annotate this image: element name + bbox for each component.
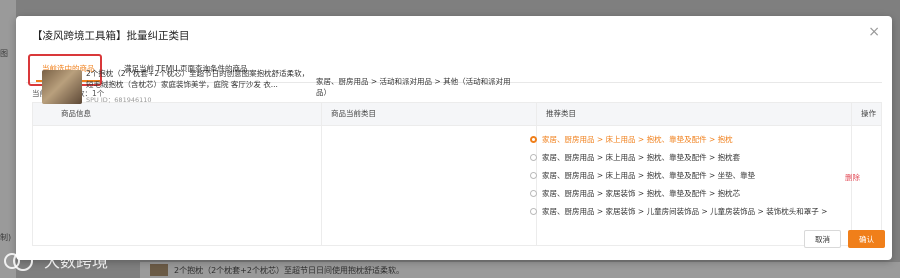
background-left-strip: 图 制) xyxy=(0,0,16,278)
radio-icon[interactable] xyxy=(530,208,537,215)
confirm-button[interactable]: 确认 xyxy=(848,230,885,248)
category-option-label: 家居、厨房用品 > 家居装饰 > 儿童房间装饰品 > 儿童房装饰品 > 装饰枕头… xyxy=(542,207,828,216)
category-option[interactable]: 家居、厨房用品 > 家居装饰 > 儿童房间装饰品 > 儿童房装饰品 > 装饰枕头… xyxy=(530,206,827,217)
column-divider xyxy=(321,103,322,245)
watermark-text: 大数跨境 xyxy=(44,252,109,271)
delete-link[interactable]: 删除 xyxy=(845,172,860,183)
header-current-category: 商品当前类目 xyxy=(331,109,376,118)
background-left-text: 制) xyxy=(0,233,12,242)
watermark-logo-icon xyxy=(4,249,38,271)
category-option[interactable]: 家居、厨房用品 > 家居装饰 > 抱枕、靠垫及配件 > 抱枕芯 xyxy=(530,188,740,199)
category-option[interactable]: 家居、厨房用品 > 床上用品 > 抱枕、靠垫及配件 > 抱枕套 xyxy=(530,152,740,163)
table-header: 商品信息 商品当前类目 推荐类目 操作 xyxy=(33,103,881,126)
radio-selected-icon[interactable] xyxy=(530,136,537,143)
close-icon[interactable]: × xyxy=(868,24,880,40)
header-product-info: 商品信息 xyxy=(61,109,91,118)
product-thumbnail xyxy=(42,70,82,104)
watermark: 大数跨境 xyxy=(4,248,108,272)
category-option-label: 家居、厨房用品 > 家居装饰 > 抱枕、靠垫及配件 > 抱枕芯 xyxy=(542,189,741,198)
category-option-label: 家居、厨房用品 > 床上用品 > 抱枕、靠垫及配件 > 坐垫、靠垫 xyxy=(542,171,756,180)
product-title: 2个抱枕（2个枕套+2个枕芯）至超节日的创意图案抱枕舒适柔软，短毛绒抱枕（含枕芯… xyxy=(86,69,310,89)
header-recommended-category: 推荐类目 xyxy=(546,109,576,118)
category-option[interactable]: 家居、厨房用品 > 床上用品 > 抱枕、靠垫及配件 > 坐垫、靠垫 xyxy=(530,170,755,181)
header-actions: 操作 xyxy=(861,109,876,118)
background-product-thumbnail xyxy=(150,264,168,276)
current-category: 家居、厨房用品 > 活动和派对用品 > 其他（活动和派对用品） xyxy=(316,77,511,97)
cancel-button[interactable]: 取消 xyxy=(804,230,841,248)
batch-category-modal: 【凌风跨境工具箱】批量纠正类目 × 当前选中的商品 满足当前 TEMU 页面查询… xyxy=(16,16,892,260)
modal-title: 【凌风跨境工具箱】批量纠正类目 xyxy=(32,30,190,42)
background-row-text: 2个抱枕（2个枕套+2个枕芯）至超节日日间使用抱枕舒适柔软。 xyxy=(174,266,404,275)
category-option[interactable]: 家居、厨房用品 > 床上用品 > 抱枕、靠垫及配件 > 抱枕 xyxy=(530,134,733,145)
radio-icon[interactable] xyxy=(530,154,537,161)
category-option-label: 家居、厨房用品 > 床上用品 > 抱枕、靠垫及配件 > 抱枕 xyxy=(542,135,733,144)
radio-icon[interactable] xyxy=(530,172,537,179)
background-bottom-row: 2个抱枕（2个枕套+2个枕芯）至超节日日间使用抱枕舒适柔软。 xyxy=(140,262,900,278)
background-left-text: 图 xyxy=(0,49,8,58)
radio-icon[interactable] xyxy=(530,190,537,197)
product-spu-id: SPU ID：681946110 xyxy=(86,96,152,104)
category-option-label: 家居、厨房用品 > 床上用品 > 抱枕、靠垫及配件 > 抱枕套 xyxy=(542,153,741,162)
